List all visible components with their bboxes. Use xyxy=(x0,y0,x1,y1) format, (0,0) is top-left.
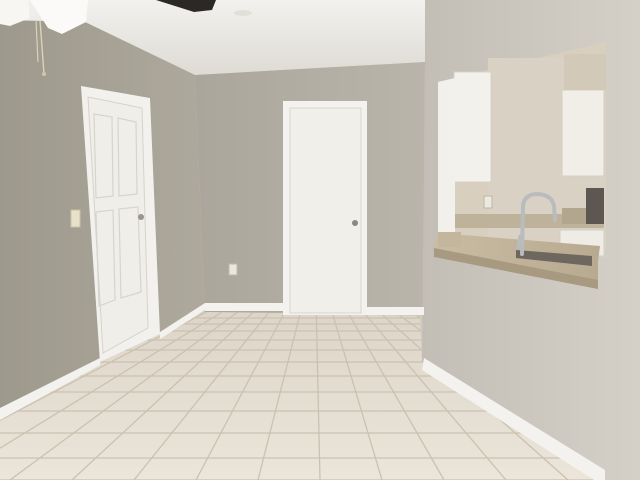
upper-cabinet-right-top xyxy=(564,54,606,90)
left-door-knob[interactable] xyxy=(138,214,144,220)
room-photo xyxy=(0,0,640,480)
baseboard-back-right xyxy=(366,307,424,315)
counter-corner-block xyxy=(438,232,461,247)
outlet xyxy=(228,263,238,276)
upper-cabinet-left xyxy=(453,71,492,183)
back-door[interactable] xyxy=(289,107,362,314)
ceiling-fixture xyxy=(234,10,252,16)
room-illustration xyxy=(0,0,640,480)
kitchen-outlet xyxy=(483,195,493,209)
baseboard-back-left xyxy=(205,303,291,311)
back-door-knob[interactable] xyxy=(352,220,358,226)
opening-return xyxy=(438,78,455,246)
upper-cabinet-right xyxy=(561,89,605,177)
light-switch[interactable] xyxy=(70,209,81,228)
appliance xyxy=(586,188,604,224)
